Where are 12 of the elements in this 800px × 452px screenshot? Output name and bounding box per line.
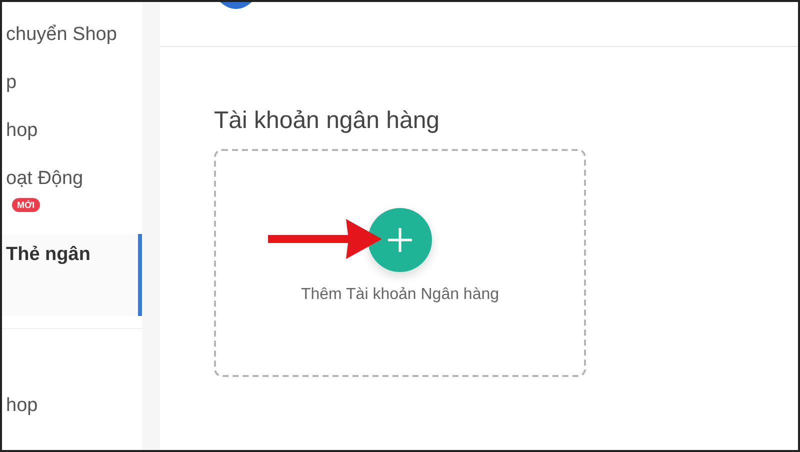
- section-title: Tài khoản ngân hàng: [214, 107, 441, 135]
- add-account-label: Thêm Tài khoản Ngân hàng: [300, 286, 500, 304]
- plus-icon: [386, 226, 414, 254]
- sidebar-item[interactable]: oạt Động MỚI: [2, 164, 142, 216]
- sidebar-item[interactable]: Thẻ ngân: [2, 234, 142, 316]
- add-account-card[interactable]: Thêm Tài khoản Ngân hàng: [214, 149, 586, 377]
- sidebar-item[interactable]: hop: [2, 391, 142, 431]
- new-badge: MỚI: [12, 198, 40, 212]
- sidebar-item[interactable]: chuyển Shop: [2, 20, 142, 60]
- sidebar-item[interactable]: p: [2, 68, 142, 108]
- arrow-icon: [268, 217, 384, 261]
- sidebar-item[interactable]: hop: [2, 116, 142, 156]
